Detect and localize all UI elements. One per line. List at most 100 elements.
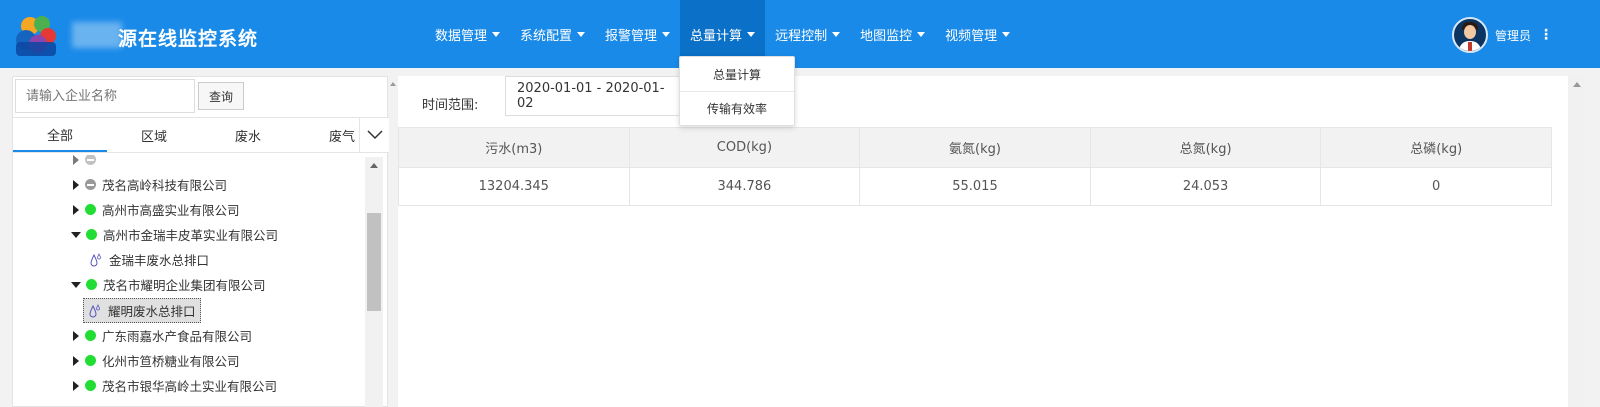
- total-calculation-dropdown: 总量计算 传输有效率: [679, 56, 795, 126]
- scroll-up-icon[interactable]: [370, 163, 378, 168]
- table-row: 13204.345 344.786 55.015 24.053 0: [398, 167, 1552, 206]
- expand-icon: [73, 155, 79, 165]
- status-online-icon: [85, 380, 96, 391]
- enterprise-panel: 查询 全部 区域 废水 废气 茂名高岭科技有限公司 高州市高盛实业有限公司 高州…: [12, 76, 389, 407]
- tree-label: 茂名市耀明企业集团有限公司: [103, 278, 266, 293]
- column-header[interactable]: 氨氮(kg): [859, 127, 1091, 168]
- user-name: 管理员: [1495, 28, 1532, 43]
- menu-item-total-calculation[interactable]: 总量计算: [680, 57, 794, 91]
- caret-down-icon: [1002, 31, 1011, 37]
- content-panel: 时间范围: 2020-01-01 - 2020-01-02 污水(m3) COD…: [398, 76, 1584, 407]
- status-offline-icon: [85, 155, 96, 165]
- date-range-input[interactable]: 2020-01-01 - 2020-01-02: [505, 76, 685, 116]
- tree-label: 茂名市银华高岭土实业有限公司: [102, 379, 278, 394]
- chevron-down-icon: [366, 130, 383, 140]
- expand-icon[interactable]: [73, 330, 79, 341]
- expand-icon[interactable]: [73, 179, 79, 190]
- status-offline-icon: [85, 179, 96, 190]
- status-online-icon: [85, 355, 96, 366]
- caret-down-icon: [917, 31, 926, 37]
- tree-scrollbar[interactable]: [365, 157, 383, 407]
- tabs-more-button[interactable]: [359, 118, 389, 152]
- column-header[interactable]: 总氮(kg): [1089, 127, 1322, 168]
- table-cell: 13204.345: [398, 167, 630, 206]
- expand-icon[interactable]: [73, 380, 79, 391]
- scroll-up-icon[interactable]: [1573, 82, 1581, 87]
- tree-row[interactable]: 高州市高盛实业有限公司: [73, 197, 240, 222]
- logo-icon: [16, 16, 56, 56]
- top-header: 源在线监控系统 数据管理 系统配置 报警管理 总量计算 远程控制 地图监控 视频…: [0, 0, 1600, 68]
- nav-label: 报警管理: [605, 28, 658, 44]
- nav-label: 数据管理: [435, 28, 488, 44]
- collapse-icon[interactable]: [71, 231, 81, 238]
- tree-label: 高州市高盛实业有限公司: [102, 203, 240, 218]
- nav-label: 地图监控: [860, 28, 913, 44]
- scroll-thumb[interactable]: [367, 213, 381, 311]
- search-button[interactable]: 查询: [198, 82, 244, 110]
- collapse-icon[interactable]: [71, 281, 81, 288]
- category-tabs: 全部 区域 废水 废气: [13, 117, 389, 153]
- collapse-arrow-icon[interactable]: [390, 82, 396, 86]
- tree-row[interactable]: 广东雨嘉水产食品有限公司: [73, 323, 252, 348]
- tab-all[interactable]: 全部: [13, 118, 107, 152]
- column-header[interactable]: 总磷(kg): [1320, 127, 1552, 168]
- app-title: 源在线监控系统: [118, 28, 259, 50]
- enterprise-tree: 茂名高岭科技有限公司 高州市高盛实业有限公司 高州市金瑞丰皮革实业有限公司 金瑞…: [13, 155, 363, 407]
- status-online-icon: [85, 330, 96, 341]
- table-cell: 24.053: [1089, 167, 1322, 206]
- nav-label: 系统配置: [520, 28, 573, 44]
- nav-label: 视频管理: [945, 28, 998, 44]
- water-drop-icon: [89, 303, 100, 317]
- nav-system-config[interactable]: 系统配置: [510, 0, 595, 68]
- water-drop-icon: [90, 252, 101, 266]
- avatar: [1452, 17, 1488, 53]
- nav-alarm-management[interactable]: 报警管理: [595, 0, 680, 68]
- nav-data-management[interactable]: 数据管理: [425, 0, 510, 68]
- tree-row[interactable]: 化州市笪桥糖业有限公司: [73, 348, 240, 373]
- caret-down-icon: [492, 31, 501, 37]
- nav-label: 总量计算: [690, 28, 743, 44]
- time-range-label: 时间范围:: [422, 97, 479, 113]
- tree-label: 高州市金瑞丰皮革实业有限公司: [103, 228, 279, 243]
- nav-label: 远程控制: [775, 28, 828, 44]
- enterprise-search-input[interactable]: [15, 79, 195, 113]
- nav-video-management[interactable]: 视频管理: [935, 0, 1020, 68]
- expand-icon[interactable]: [73, 204, 79, 215]
- caret-down-icon: [577, 31, 586, 37]
- table-cell: 0: [1320, 167, 1552, 206]
- panel-splitter[interactable]: [390, 76, 398, 407]
- status-online-icon: [86, 229, 97, 240]
- menu-item-transmission-efficiency[interactable]: 传输有效率: [680, 91, 794, 125]
- user-menu[interactable]: 管理员 ⋮: [1452, 17, 1553, 53]
- tree-leaf-label: 耀明废水总排口: [108, 304, 196, 319]
- caret-down-icon: [832, 31, 841, 37]
- title-blur: [72, 22, 122, 48]
- tree-row-clipped: [73, 155, 102, 172]
- column-header[interactable]: COD(kg): [628, 127, 861, 168]
- caret-down-icon: [662, 31, 671, 37]
- nav-map-monitoring[interactable]: 地图监控: [850, 0, 935, 68]
- tree-label: 广东雨嘉水产食品有限公司: [102, 329, 253, 344]
- tree-label: 化州市笪桥糖业有限公司: [102, 354, 240, 369]
- content-scrollbar[interactable]: [1568, 76, 1585, 407]
- table-cell: 55.015: [859, 167, 1091, 206]
- table-header-row: 污水(m3) COD(kg) 氨氮(kg) 总氮(kg) 总磷(kg): [398, 127, 1552, 168]
- status-online-icon: [85, 204, 96, 215]
- tree-leaf-label: 金瑞丰废水总排口: [109, 253, 210, 268]
- totals-table: 污水(m3) COD(kg) 氨氮(kg) 总氮(kg) 总磷(kg) 1320…: [398, 127, 1552, 206]
- expand-icon[interactable]: [73, 355, 79, 366]
- status-online-icon: [86, 279, 97, 290]
- tree-row[interactable]: 高州市金瑞丰皮革实业有限公司: [71, 222, 278, 247]
- tree-leaf[interactable]: 金瑞丰废水总排口: [89, 247, 209, 272]
- tree-row[interactable]: 茂名市耀明企业集团有限公司: [71, 272, 266, 297]
- tab-wastewater[interactable]: 废水: [201, 118, 295, 152]
- tree-row[interactable]: 茂名高岭科技有限公司: [73, 172, 227, 197]
- tree-leaf-selected[interactable]: 耀明废水总排口: [83, 298, 201, 323]
- caret-down-icon: [747, 31, 756, 37]
- tree-row[interactable]: 茂名市银华高岭土实业有限公司: [73, 373, 277, 398]
- tree-label: 茂名高岭科技有限公司: [102, 178, 228, 193]
- column-header[interactable]: 污水(m3): [398, 127, 630, 168]
- kebab-menu-icon[interactable]: ⋮: [1539, 27, 1553, 43]
- table-cell: 344.786: [628, 167, 861, 206]
- tab-region[interactable]: 区域: [107, 118, 201, 152]
